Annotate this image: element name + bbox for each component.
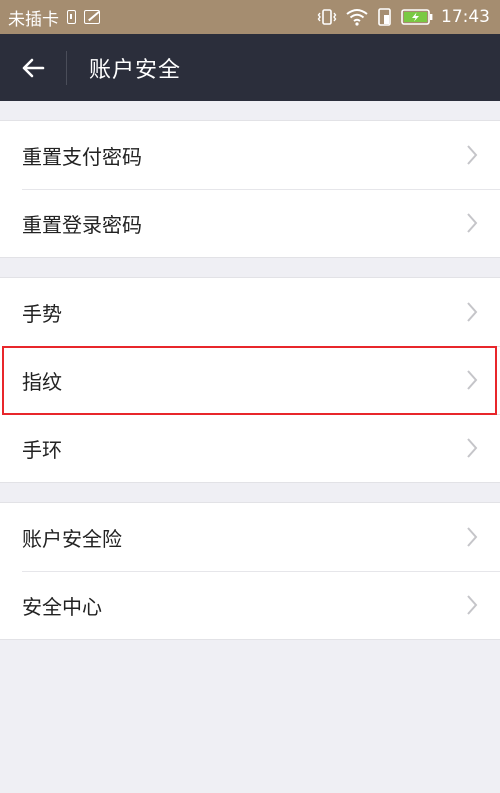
settings-list: 重置支付密码 重置登录密码 手势 指纹 手环 账户安全险 安全中心	[0, 101, 500, 640]
header-divider	[66, 50, 67, 85]
arrow-left-icon	[22, 58, 45, 77]
account-insurance-item[interactable]: 账户安全险	[0, 503, 500, 571]
list-item-label: 手势	[22, 301, 62, 326]
battery-charging-icon	[401, 8, 433, 26]
gesture-item[interactable]: 手势	[0, 278, 500, 346]
chevron-right-icon	[466, 437, 478, 459]
app-header: 账户安全	[0, 34, 500, 101]
status-right: 17:43	[317, 7, 490, 27]
image-notification-icon	[84, 10, 100, 24]
chevron-right-icon	[466, 301, 478, 323]
status-bar: 未插卡 17:43	[0, 0, 500, 34]
list-item-label: 安全中心	[22, 594, 102, 619]
vibrate-icon	[317, 8, 337, 26]
chevron-right-icon	[466, 526, 478, 548]
back-button[interactable]	[0, 34, 66, 101]
sim-card-icon	[67, 10, 76, 24]
wifi-icon	[345, 8, 369, 26]
phone-storage-icon	[377, 8, 393, 26]
list-item-label: 重置登录密码	[22, 212, 142, 237]
security-center-item[interactable]: 安全中心	[0, 571, 500, 639]
clock-time: 17:43	[441, 7, 490, 27]
list-item-label: 账户安全险	[22, 526, 122, 551]
fingerprint-item[interactable]: 指纹	[0, 346, 500, 414]
reset-login-password-item[interactable]: 重置登录密码	[0, 189, 500, 257]
wristband-item[interactable]: 手环	[0, 414, 500, 482]
chevron-right-icon	[466, 144, 478, 166]
status-left: 未插卡	[8, 5, 100, 30]
settings-group-security: 账户安全险 安全中心	[0, 502, 500, 640]
list-item-label: 重置支付密码	[22, 144, 142, 169]
settings-group-password: 重置支付密码 重置登录密码	[0, 120, 500, 258]
settings-group-biometric: 手势 指纹 手环	[0, 277, 500, 483]
page-title: 账户安全	[89, 57, 182, 83]
list-item-label: 指纹	[22, 369, 62, 394]
chevron-right-icon	[466, 212, 478, 234]
list-item-label: 手环	[22, 437, 62, 462]
reset-payment-password-item[interactable]: 重置支付密码	[0, 121, 500, 189]
chevron-right-icon	[466, 369, 478, 391]
carrier-text: 未插卡	[8, 9, 59, 30]
chevron-right-icon	[466, 594, 478, 616]
